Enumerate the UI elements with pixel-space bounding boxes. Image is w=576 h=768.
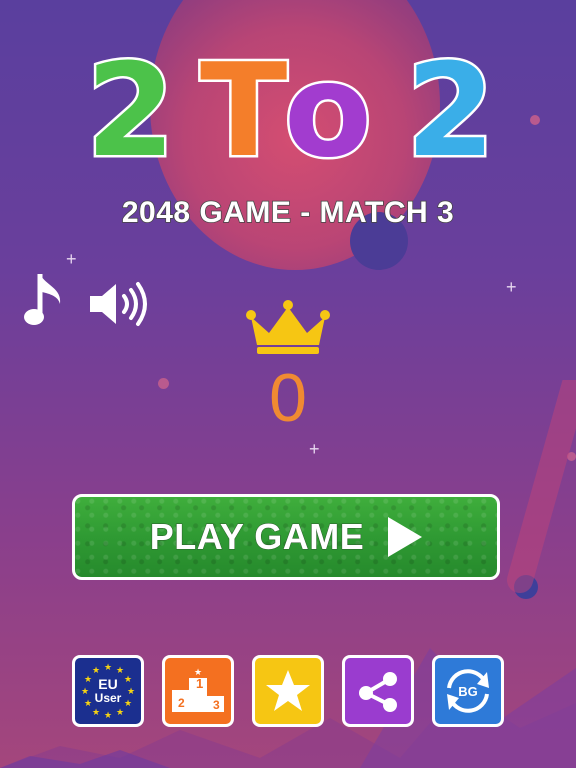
podium-third: 3 bbox=[213, 698, 220, 712]
svg-text:★: ★ bbox=[127, 687, 135, 697]
game-title: 2 T o 2 bbox=[0, 37, 576, 186]
podium-first: 1 bbox=[196, 676, 204, 691]
title-letter-2: T bbox=[197, 37, 289, 186]
leaderboard-button[interactable]: ★ 1 2 3 bbox=[162, 655, 234, 727]
play-game-button[interactable]: PLAY GAME bbox=[72, 494, 500, 580]
sparkle-icon: + bbox=[66, 249, 77, 269]
star-icon bbox=[266, 670, 310, 711]
eu-user-button[interactable]: ★ ★ ★ ★ ★ ★ ★ ★ ★ ★ ★ ★ EU User bbox=[72, 655, 144, 727]
bottom-button-row: ★★★ ★★★ ★★★ ★★★ EU User ★ 1 2 3 bbox=[72, 655, 504, 729]
subtitle: 2048 GAME - MATCH 3 bbox=[121, 195, 455, 230]
svg-text:★: ★ bbox=[104, 711, 112, 721]
svg-text:★: ★ bbox=[92, 666, 100, 676]
crown-icon bbox=[246, 300, 330, 354]
change-background-button[interactable]: BG bbox=[432, 655, 504, 727]
svg-text:★: ★ bbox=[81, 687, 89, 697]
music-toggle[interactable] bbox=[22, 270, 66, 332]
best-score: 0 bbox=[269, 360, 307, 436]
svg-text:★: ★ bbox=[84, 699, 92, 709]
svg-text:★: ★ bbox=[104, 663, 112, 673]
svg-text:★: ★ bbox=[124, 699, 132, 709]
svg-text:★: ★ bbox=[116, 666, 124, 676]
podium-second: 2 bbox=[178, 696, 185, 710]
play-triangle-icon bbox=[388, 517, 423, 557]
svg-text:★: ★ bbox=[116, 708, 124, 718]
speaker-icon bbox=[90, 282, 147, 326]
svg-text:★: ★ bbox=[84, 675, 92, 685]
share-icon bbox=[359, 672, 397, 712]
play-game-label: PLAY GAME bbox=[149, 516, 365, 558]
title-letter-1: 2 bbox=[83, 37, 177, 186]
title-letter-3: o bbox=[282, 37, 375, 186]
sparkle-icon: + bbox=[309, 439, 320, 459]
sparkle-icon: + bbox=[506, 277, 517, 297]
svg-text:★: ★ bbox=[124, 675, 132, 685]
svg-text:★: ★ bbox=[92, 708, 100, 718]
sound-toggle[interactable] bbox=[88, 280, 150, 328]
share-button[interactable] bbox=[342, 655, 414, 727]
user-label: User bbox=[94, 691, 122, 705]
eu-label: EU bbox=[98, 676, 118, 692]
bg-label: BG bbox=[458, 683, 478, 699]
rate-button[interactable] bbox=[252, 655, 324, 727]
music-note-icon bbox=[24, 274, 61, 325]
title-letter-4: 2 bbox=[403, 37, 497, 186]
